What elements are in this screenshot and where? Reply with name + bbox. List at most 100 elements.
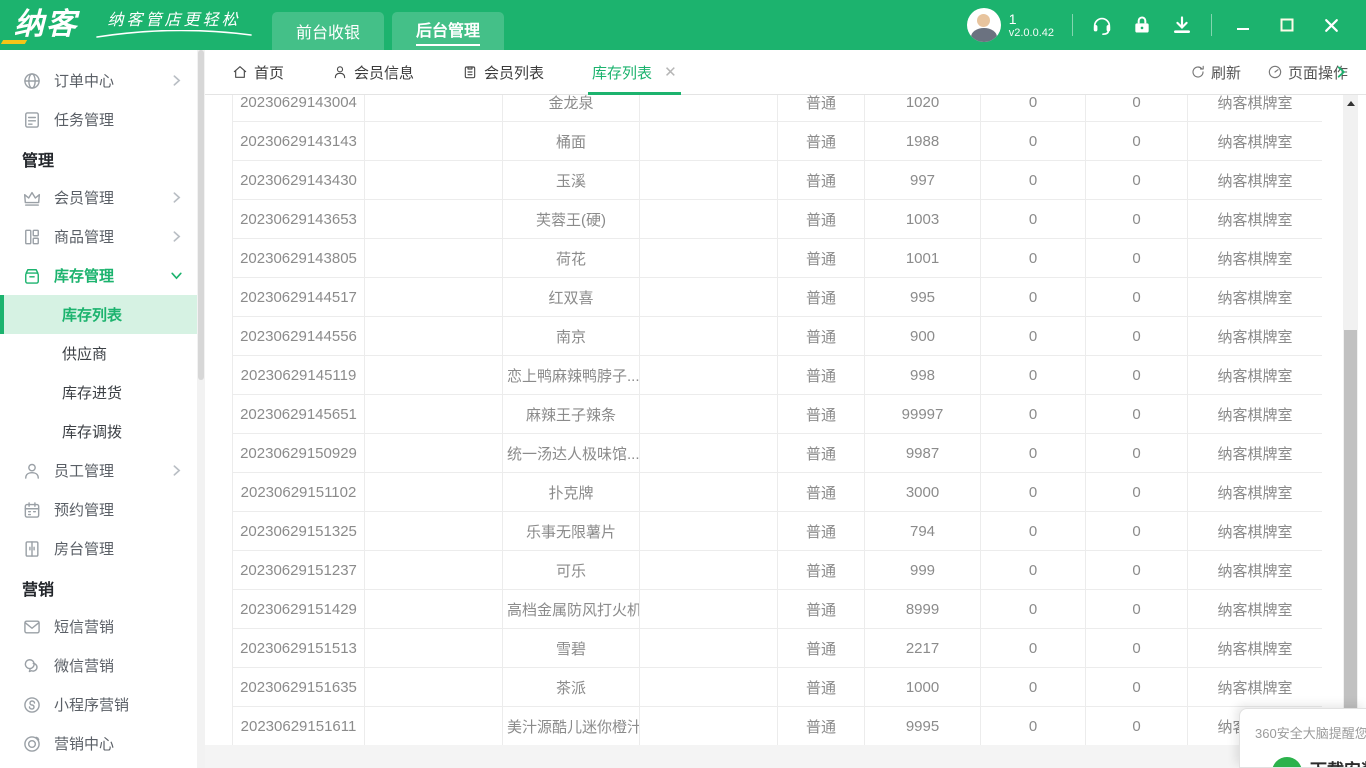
cell-qty-b: 0 bbox=[1086, 161, 1188, 200]
sidebar-item-label: 小程序营销 bbox=[54, 694, 129, 715]
table-row[interactable]: 20230629151429高档金属防风打火机普通899900纳客棋牌室 bbox=[233, 590, 1323, 629]
cell-col-2 bbox=[365, 551, 503, 590]
table-row[interactable]: 20230629151635茶派普通100000纳客棋牌室 bbox=[233, 668, 1323, 707]
content-bottom-strip bbox=[205, 745, 1366, 768]
table-scrollbar[interactable] bbox=[1343, 95, 1358, 768]
sidebar-item-inventory-management[interactable]: 库存管理 bbox=[0, 256, 197, 295]
divider bbox=[1211, 14, 1212, 36]
cell-product-name: 红双喜 bbox=[503, 278, 640, 317]
cell-col-4 bbox=[640, 239, 778, 278]
cell-qty-a: 0 bbox=[981, 161, 1086, 200]
sidebar-subitem-inventory-purchase[interactable]: 库存进货 bbox=[0, 373, 197, 412]
table-row[interactable]: 20230629143430玉溪普通99700纳客棋牌室 bbox=[233, 161, 1323, 200]
cell-product-name: 金龙泉 bbox=[503, 95, 640, 122]
avatar[interactable] bbox=[967, 8, 1001, 42]
scrollbar-thumb[interactable] bbox=[1344, 330, 1357, 768]
cell-qty-a: 0 bbox=[981, 278, 1086, 317]
cell-col-2 bbox=[365, 122, 503, 161]
sidebar-item-wechat-marketing[interactable]: 微信营销 bbox=[0, 646, 197, 685]
cell-qty-b: 0 bbox=[1086, 629, 1188, 668]
nav-tab-label: 后台管理 bbox=[416, 17, 480, 46]
cell-qty-b: 0 bbox=[1086, 434, 1188, 473]
cell-product-name: 荷花 bbox=[503, 239, 640, 278]
cell-stock-qty: 3000 bbox=[865, 473, 981, 512]
nav-tab-backend-management[interactable]: 后台管理 bbox=[392, 12, 504, 50]
table-row[interactable]: 20230629143143桶面普通198800纳客棋牌室 bbox=[233, 122, 1323, 161]
download-icon[interactable] bbox=[1171, 14, 1193, 36]
close-button[interactable] bbox=[1318, 14, 1344, 36]
table-row[interactable]: 20230629143653芙蓉王(硬)普通100300纳客棋牌室 bbox=[233, 200, 1323, 239]
table-row[interactable]: 20230629150929统一汤达人极味馆...普通998700纳客棋牌室 bbox=[233, 434, 1323, 473]
sidebar-item-marketing-center[interactable]: 营销中心 bbox=[0, 724, 197, 763]
sidebar-item-room-management[interactable]: 房台管理 bbox=[0, 529, 197, 568]
popup-action-label[interactable]: 下载安装 bbox=[1310, 756, 1366, 768]
cell-product-id: 20230629143143 bbox=[233, 122, 365, 161]
table-row[interactable]: 20230629143805荷花普通100100纳客棋牌室 bbox=[233, 239, 1323, 278]
sidebar-item-task-management[interactable]: 任务管理 bbox=[0, 100, 197, 139]
cell-store-name: 纳客棋牌室 bbox=[1188, 95, 1323, 122]
table-row[interactable]: 20230629151513雪碧普通221700纳客棋牌室 bbox=[233, 629, 1323, 668]
tab-inventory-list[interactable]: 库存列表✕ bbox=[592, 50, 677, 95]
nav-tab-front-cashier[interactable]: 前台收银 bbox=[272, 12, 384, 50]
table-row[interactable]: 20230629144556南京普通90000纳客棋牌室 bbox=[233, 317, 1323, 356]
table-row[interactable]: 20230629151325乐事无限薯片普通79400纳客棋牌室 bbox=[233, 512, 1323, 551]
chevron-right-icon bbox=[170, 230, 183, 243]
sidebar-item-product-management[interactable]: 商品管理 bbox=[0, 217, 197, 256]
sidebar-subitem-inventory-list[interactable]: 库存列表 bbox=[0, 295, 197, 334]
sidebar-item-member-management[interactable]: 会员管理 bbox=[0, 178, 197, 217]
sidebar-subitem-inventory-transfer[interactable]: 库存调拨 bbox=[0, 412, 197, 451]
inventory-table: 20230629143004金龙泉普通102000纳客棋牌室2023062914… bbox=[232, 95, 1322, 745]
table-row[interactable]: 20230629145119恋上鸭麻辣鸭脖子...普通99800纳客棋牌室 bbox=[233, 356, 1323, 395]
table-row[interactable]: 20230629143004金龙泉普通102000纳客棋牌室 bbox=[233, 95, 1323, 122]
cell-store-name: 纳客棋牌室 bbox=[1188, 473, 1323, 512]
cell-product-type: 普通 bbox=[778, 551, 865, 590]
table-row[interactable]: 20230629151611美汁源酷儿迷你橙汁普通999500纳客棋牌室 bbox=[233, 707, 1323, 746]
cell-qty-a: 0 bbox=[981, 551, 1086, 590]
cell-stock-qty: 1020 bbox=[865, 95, 981, 122]
user-block[interactable]: 1 v2.0.0.42 bbox=[967, 8, 1054, 42]
sidebar-subitem-label: 库存调拨 bbox=[62, 421, 122, 442]
maximize-button[interactable] bbox=[1274, 14, 1300, 36]
lock-icon[interactable] bbox=[1131, 14, 1153, 36]
tab-close-icon[interactable]: ✕ bbox=[664, 63, 677, 81]
cell-col-4 bbox=[640, 122, 778, 161]
cell-product-type: 普通 bbox=[778, 707, 865, 746]
table-row[interactable]: 20230629151237可乐普通99900纳客棋牌室 bbox=[233, 551, 1323, 590]
tab-member-list[interactable]: 会员列表 bbox=[462, 50, 544, 95]
cell-stock-qty: 998 bbox=[865, 356, 981, 395]
cell-product-id: 20230629143653 bbox=[233, 200, 365, 239]
security-notification-popup[interactable]: 360安全大脑提醒您 下载安装 bbox=[1239, 708, 1366, 768]
minimize-button[interactable] bbox=[1230, 14, 1256, 36]
cell-col-2 bbox=[365, 278, 503, 317]
table-row[interactable]: 20230629145651麻辣王子辣条普通9999700纳客棋牌室 bbox=[233, 395, 1323, 434]
cell-stock-qty: 8999 bbox=[865, 590, 981, 629]
sidebar-item-label: 订单中心 bbox=[54, 70, 114, 91]
scrollbar-up-arrow-icon[interactable] bbox=[1343, 95, 1358, 111]
cell-qty-a: 0 bbox=[981, 95, 1086, 122]
sidebar-subitem-supplier[interactable]: 供应商 bbox=[0, 334, 197, 373]
cell-product-type: 普通 bbox=[778, 629, 865, 668]
brand-slogan: 纳客管店更轻松 bbox=[94, 6, 254, 39]
sidebar-item-miniprogram-marketing[interactable]: 小程序营销 bbox=[0, 685, 197, 724]
tab-member-info[interactable]: 会员信息 bbox=[332, 50, 414, 95]
cell-stock-qty: 2217 bbox=[865, 629, 981, 668]
sidebar-scrollbar[interactable] bbox=[197, 50, 205, 768]
sidebar-item-label: 库存管理 bbox=[54, 265, 114, 286]
sidebar-item-order-center[interactable]: 订单中心 bbox=[0, 61, 197, 100]
cell-qty-b: 0 bbox=[1086, 122, 1188, 161]
tab-home[interactable]: 首页 bbox=[232, 50, 284, 95]
page-operations-chevron-icon[interactable] bbox=[1334, 65, 1348, 79]
cell-product-id: 20230629143430 bbox=[233, 161, 365, 200]
table-row[interactable]: 20230629144517红双喜普通99500纳客棋牌室 bbox=[233, 278, 1323, 317]
cell-qty-b: 0 bbox=[1086, 278, 1188, 317]
sidebar-item-sms-marketing[interactable]: 短信营销 bbox=[0, 607, 197, 646]
cell-product-name: 统一汤达人极味馆... bbox=[503, 434, 640, 473]
support-headset-icon[interactable] bbox=[1091, 14, 1113, 36]
cell-product-type: 普通 bbox=[778, 512, 865, 551]
cabinet-icon bbox=[22, 539, 42, 559]
refresh-button[interactable]: 刷新 bbox=[1190, 62, 1241, 83]
cell-qty-a: 0 bbox=[981, 707, 1086, 746]
table-row[interactable]: 20230629151102扑克牌普通300000纳客棋牌室 bbox=[233, 473, 1323, 512]
sidebar-item-reservation-management[interactable]: 预约管理 bbox=[0, 490, 197, 529]
sidebar-item-staff-management[interactable]: 员工管理 bbox=[0, 451, 197, 490]
